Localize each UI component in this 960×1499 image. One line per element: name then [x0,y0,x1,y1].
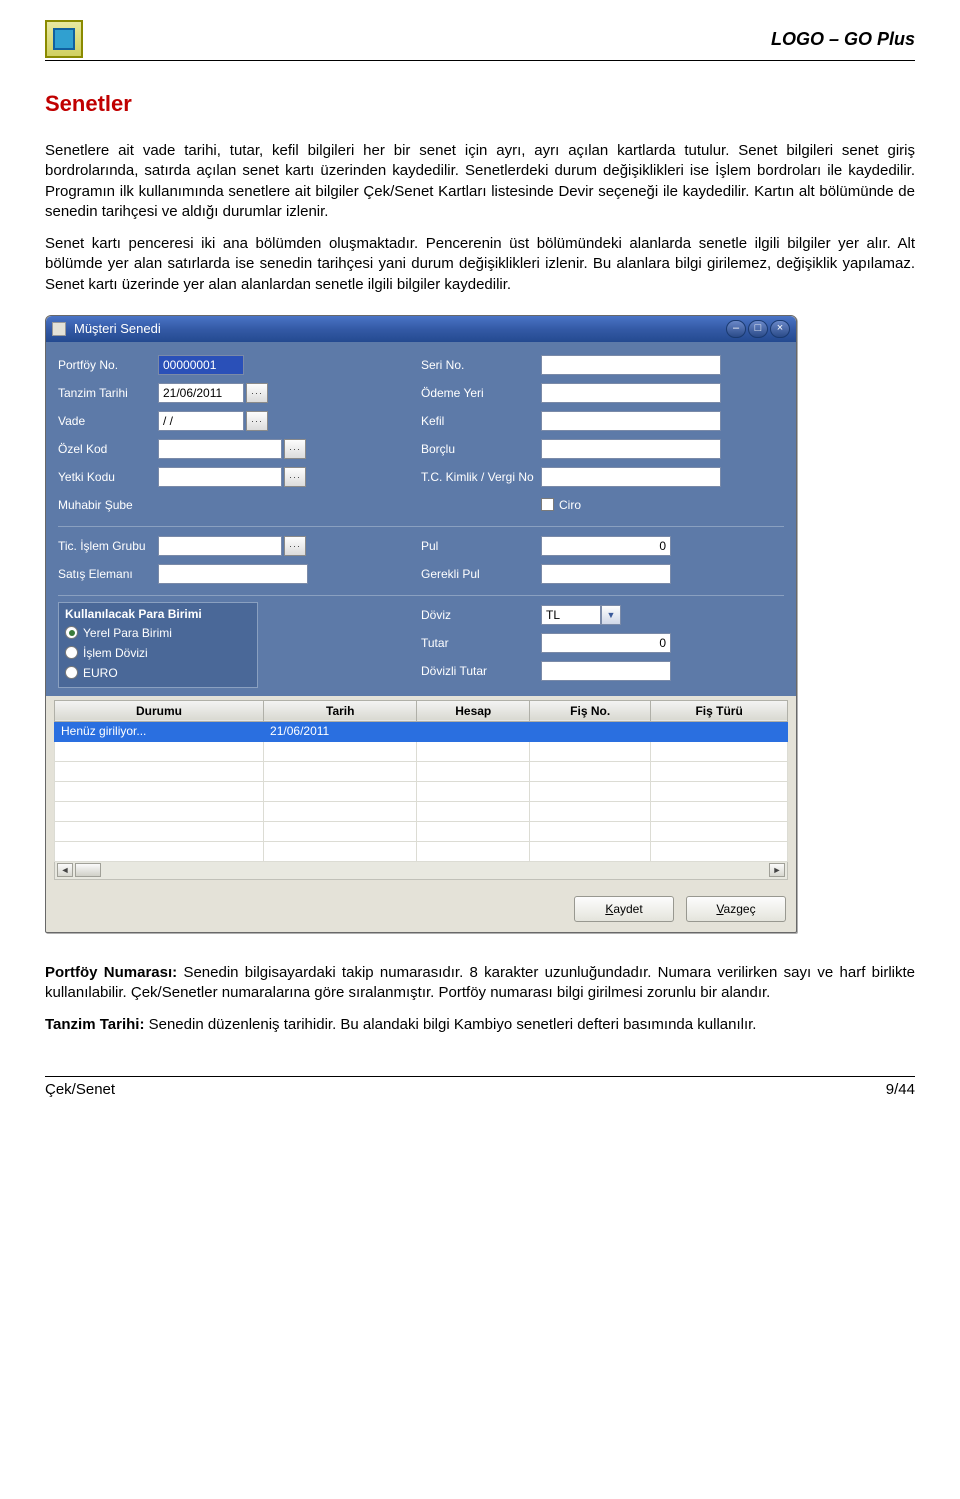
satis-elemani-input[interactable] [158,564,308,584]
logo-icon [45,20,83,58]
radio-icon [65,626,78,639]
col-durumu[interactable]: Durumu [55,700,264,721]
vade-date-picker-button[interactable]: ··· [246,411,268,431]
cell-tarih: 21/06/2011 [264,721,417,741]
separator [58,595,784,596]
footer-left: Çek/Senet [45,1081,115,1098]
scroll-thumb[interactable] [75,863,101,877]
vade-input[interactable] [158,411,244,431]
tutar-label: Tutar [421,636,541,650]
gerekli-pul-input[interactable] [541,564,671,584]
table-row[interactable] [55,761,788,781]
ozel-kod-lookup-button[interactable]: ··· [284,439,306,459]
tanzim-paragraph: Tanzim Tarihi: Senedin düzenleniş tarihi… [45,1015,915,1035]
close-button[interactable]: × [770,320,790,338]
portfoy-no-label: Portföy No. [58,358,158,372]
kefil-label: Kefil [421,414,541,428]
dovizli-tutar-input[interactable] [541,661,671,681]
system-menu-icon[interactable] [52,322,66,336]
portfoy-no-input[interactable] [158,355,244,375]
tc-kimlik-input[interactable] [541,467,721,487]
portfoy-head: Portföy Numarası: [45,964,177,981]
odeme-yeri-label: Ödeme Yeri [421,386,541,400]
radio-yerel-para[interactable]: Yerel Para Birimi [65,623,251,643]
tanzim-tarihi-label: Tanzim Tarihi [58,386,158,400]
table-row[interactable] [55,741,788,761]
cancel-button[interactable]: Vazgeç [686,896,786,922]
ciro-label: Ciro [559,498,581,512]
seri-no-input[interactable] [541,355,721,375]
borclu-input[interactable] [541,439,721,459]
yetki-kodu-lookup-button[interactable]: ··· [284,467,306,487]
doviz-input[interactable] [541,605,601,625]
vade-label: Vade [58,414,158,428]
ozel-kod-label: Özel Kod [58,442,158,456]
muhabir-sube-label: Muhabir Şube [58,498,158,512]
intro-paragraph-1: Senetlere ait vade tarihi, tutar, kefil … [45,141,915,222]
cell-durumu: Henüz giriliyor... [55,721,264,741]
history-grid[interactable]: Durumu Tarih Hesap Fiş No. Fiş Türü Henü… [54,700,788,862]
save-button[interactable]: Kaydet [574,896,674,922]
tanzim-body: Senedin düzenleniş tarihidir. Bu alandak… [144,1016,756,1033]
tanzim-date-picker-button[interactable]: ··· [246,383,268,403]
pul-input[interactable] [541,536,671,556]
table-row[interactable] [55,801,788,821]
ciro-checkbox[interactable] [541,498,554,511]
satis-elemani-label: Satış Elemanı [58,567,158,581]
page-header: LOGO – GO Plus [45,20,915,61]
tutar-input[interactable] [541,633,671,653]
doviz-dropdown-button[interactable]: ▼ [601,605,621,625]
tanzim-tarihi-input[interactable] [158,383,244,403]
portfoy-paragraph: Portföy Numarası: Senedin bilgisayardaki… [45,963,915,1004]
titlebar[interactable]: Müşteri Senedi – □ × [46,316,796,342]
col-fisturu[interactable]: Fiş Türü [651,700,788,721]
dovizli-tutar-label: Dövizli Tutar [421,664,541,678]
borclu-label: Borçlu [421,442,541,456]
footer-page-number: 9/44 [886,1081,915,1098]
doviz-label: Döviz [421,608,541,622]
table-row[interactable]: Henüz giriliyor... 21/06/2011 [55,721,788,741]
minimize-button[interactable]: – [726,320,746,338]
kefil-input[interactable] [541,411,721,431]
tic-islem-input[interactable] [158,536,282,556]
tc-kimlik-label: T.C. Kimlik / Vergi No [421,470,541,484]
currency-radio-group: Kullanılacak Para Birimi Yerel Para Biri… [58,602,258,688]
odeme-yeri-input[interactable] [541,383,721,403]
yetki-kodu-input[interactable] [158,467,282,487]
table-row[interactable] [55,781,788,801]
history-grid-wrap: Durumu Tarih Hesap Fiş No. Fiş Türü Henü… [46,696,796,888]
intro-paragraph-2: Senet kartı penceresi iki ana bölümden o… [45,234,915,295]
section-title: Senetler [45,91,915,117]
tic-islem-lookup-button[interactable]: ··· [284,536,306,556]
maximize-button[interactable]: □ [748,320,768,338]
yetki-kodu-label: Yetki Kodu [58,470,158,484]
table-row[interactable] [55,821,788,841]
radio-icon [65,666,78,679]
table-row[interactable] [55,841,788,861]
dialog-window: Müşteri Senedi – □ × Portföy No. Tanzim … [45,315,797,933]
radio-icon [65,646,78,659]
seri-no-label: Seri No. [421,358,541,372]
col-hesap[interactable]: Hesap [417,700,530,721]
tanzim-head: Tanzim Tarihi: [45,1016,144,1033]
page-footer: Çek/Senet 9/44 [45,1076,915,1098]
separator [58,526,784,527]
window-title: Müşteri Senedi [74,321,726,336]
scroll-right-button[interactable]: ► [769,863,785,877]
ozel-kod-input[interactable] [158,439,282,459]
currency-group-header: Kullanılacak Para Birimi [65,607,251,621]
col-tarih[interactable]: Tarih [264,700,417,721]
product-name: LOGO – GO Plus [771,29,915,50]
radio-euro[interactable]: EURO [65,663,251,683]
col-fisno[interactable]: Fiş No. [530,700,651,721]
horizontal-scrollbar[interactable]: ◄ ► [54,862,788,880]
scroll-left-button[interactable]: ◄ [57,863,73,877]
gerekli-pul-label: Gerekli Pul [421,567,541,581]
pul-label: Pul [421,539,541,553]
tic-islem-label: Tic. İşlem Grubu [58,539,158,553]
radio-islem-dovizi[interactable]: İşlem Dövizi [65,643,251,663]
form-area: Portföy No. Tanzim Tarihi ··· Vade ··· Ö… [46,342,796,696]
